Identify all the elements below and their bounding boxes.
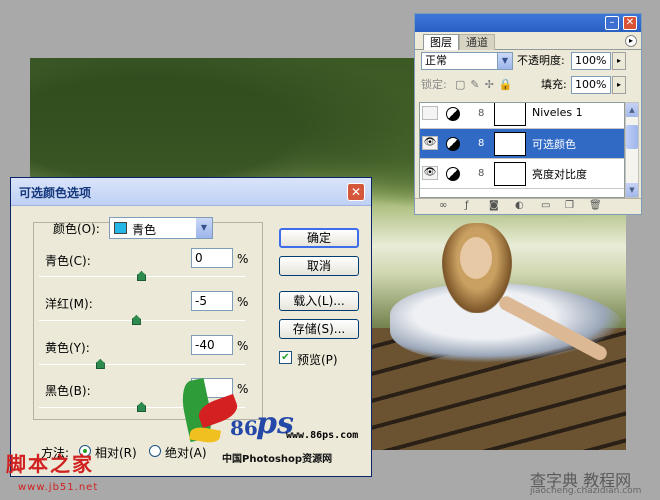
yellow-label: 黄色(Y): xyxy=(45,341,90,355)
black-label: 黑色(B): xyxy=(45,384,91,398)
watermark-jb51-url: www.jb51.net xyxy=(18,482,99,493)
adjustment-icon xyxy=(446,107,460,121)
link-icon: 8 xyxy=(478,138,485,149)
fill-arrow-icon[interactable]: ▸ xyxy=(612,76,626,94)
blend-row: 正常 ▼ 不透明度: 100% ▸ xyxy=(419,52,637,74)
magenta-slider-track[interactable] xyxy=(39,320,245,321)
fill-label: 填充: xyxy=(541,78,567,91)
opacity-arrow-icon[interactable]: ▸ xyxy=(612,52,626,70)
magenta-input[interactable]: -5 xyxy=(191,291,233,311)
layer-mask-thumbnail[interactable] xyxy=(494,162,526,186)
cancel-button[interactable]: 取消 xyxy=(279,256,359,276)
layers-bottom-toolbar: ∞ ƒ ◙ ◐ ▭ ❐ 🗑 xyxy=(415,198,641,214)
logo-86: 86 xyxy=(230,416,258,440)
new-group-icon[interactable]: ▭ xyxy=(541,200,550,211)
dialog-title: 可选颜色选项 xyxy=(19,186,92,200)
layer-mask-thumbnail[interactable] xyxy=(494,103,526,126)
eye-icon[interactable]: 👁 xyxy=(422,136,438,150)
visibility-toggle[interactable] xyxy=(422,106,438,120)
opacity-input[interactable]: 100% xyxy=(571,52,611,70)
scroll-down-icon[interactable]: ▼ xyxy=(626,183,638,197)
percent-label: % xyxy=(237,295,249,309)
new-adjustment-icon[interactable]: ◐ xyxy=(515,200,524,211)
lock-icons[interactable]: ▢✎✢🔒 xyxy=(455,76,518,94)
dialog-titlebar[interactable]: 可选颜色选项 ✕ xyxy=(11,178,371,206)
colors-value: 青色 xyxy=(132,223,157,237)
layer-row-selective-color[interactable]: 👁 8 可选颜色 xyxy=(420,129,624,159)
panel-menu-icon[interactable]: ▸ xyxy=(625,35,637,47)
preview-label: 预览(P) xyxy=(297,353,338,367)
yellow-slider-track[interactable] xyxy=(39,364,245,365)
link-icon: 8 xyxy=(478,108,485,119)
save-button[interactable]: 存储(S)... xyxy=(279,319,359,339)
eye-icon[interactable]: 👁 xyxy=(422,166,438,180)
link-icon: 8 xyxy=(478,168,485,179)
layers-scrollbar[interactable]: ▲ ▼ xyxy=(625,102,639,198)
percent-label: % xyxy=(237,252,249,266)
layers-titlebar[interactable]: – ✕ xyxy=(415,14,641,32)
layers-panel: – ✕ 图层 通道 ▸ 正常 ▼ 不透明度: 100% ▸ 锁定: ▢✎✢🔒 填… xyxy=(414,13,642,215)
tab-channels[interactable]: 通道 xyxy=(459,34,495,50)
ok-button[interactable]: 确定 xyxy=(279,228,359,248)
cyan-input[interactable]: 0 xyxy=(191,248,233,268)
color-swatch xyxy=(114,222,127,234)
add-mask-icon[interactable]: ◙ xyxy=(489,200,499,211)
preview-checkbox[interactable]: ✔ xyxy=(279,351,292,364)
fill-input[interactable]: 100% xyxy=(571,76,611,94)
scroll-up-icon[interactable]: ▲ xyxy=(626,103,638,117)
layers-tabs: 图层 通道 ▸ xyxy=(415,32,641,50)
close-icon[interactable]: ✕ xyxy=(623,16,637,30)
lock-row: 锁定: ▢✎✢🔒 填充: 100% ▸ xyxy=(419,76,637,98)
face xyxy=(460,237,492,279)
layer-name: 可选颜色 xyxy=(532,138,576,151)
layer-name: 亮度对比度 xyxy=(532,168,587,181)
method-relative-label: 相对(R) xyxy=(95,446,137,460)
link-layers-icon[interactable]: ∞ xyxy=(439,200,447,211)
logo-leaf-yellow xyxy=(189,425,221,445)
colors-label: 颜色(O): xyxy=(53,222,100,236)
layer-row-brightness[interactable]: 👁 8 亮度对比度 xyxy=(420,159,624,189)
yellow-input[interactable]: -40 xyxy=(191,335,233,355)
new-layer-icon[interactable]: ❐ xyxy=(565,200,574,211)
chevron-down-icon: ▼ xyxy=(196,218,212,238)
lock-label: 锁定: xyxy=(421,78,447,91)
magenta-label: 洋红(M): xyxy=(45,297,93,311)
method-absolute-radio[interactable] xyxy=(149,445,161,457)
logo-caption: 中国Photoshop资源网 xyxy=(222,454,333,465)
opacity-label: 不透明度: xyxy=(517,54,565,67)
watermark-logo-86ps: 86 ps www.86ps.com 中国Photoshop资源网 xyxy=(178,370,368,465)
watermark-chazidian-url: jiaocheng.chazidian.com xyxy=(530,486,642,496)
adjustment-icon xyxy=(446,137,460,151)
tab-layers[interactable]: 图层 xyxy=(423,34,459,50)
percent-label: % xyxy=(237,339,249,353)
chevron-down-icon: ▼ xyxy=(497,53,512,69)
layer-row-niveles[interactable]: 8 Niveles 1 xyxy=(420,103,624,129)
adjustment-icon xyxy=(446,167,460,181)
woman-figure xyxy=(390,223,626,373)
logo-url: www.86ps.com xyxy=(286,430,359,441)
scroll-thumb[interactable] xyxy=(626,125,638,149)
load-button[interactable]: 载入(L)... xyxy=(279,291,359,311)
minimize-icon[interactable]: – xyxy=(605,16,619,30)
layer-mask-thumbnail[interactable] xyxy=(494,132,526,156)
close-icon[interactable]: ✕ xyxy=(347,183,365,201)
layer-list: 8 Niveles 1 👁 8 可选颜色 👁 8 亮度对比度 xyxy=(419,102,625,198)
watermark-jb51: 脚本之家 xyxy=(6,452,94,476)
cyan-label: 青色(C): xyxy=(45,254,91,268)
blend-mode-value: 正常 xyxy=(425,54,447,67)
blend-mode-select[interactable]: 正常 ▼ xyxy=(421,52,513,70)
layer-style-icon[interactable]: ƒ xyxy=(465,200,469,211)
layer-name: Niveles 1 xyxy=(532,106,583,119)
colors-select[interactable]: 青色 ▼ xyxy=(109,217,213,239)
delete-layer-icon[interactable]: 🗑 xyxy=(589,200,602,211)
